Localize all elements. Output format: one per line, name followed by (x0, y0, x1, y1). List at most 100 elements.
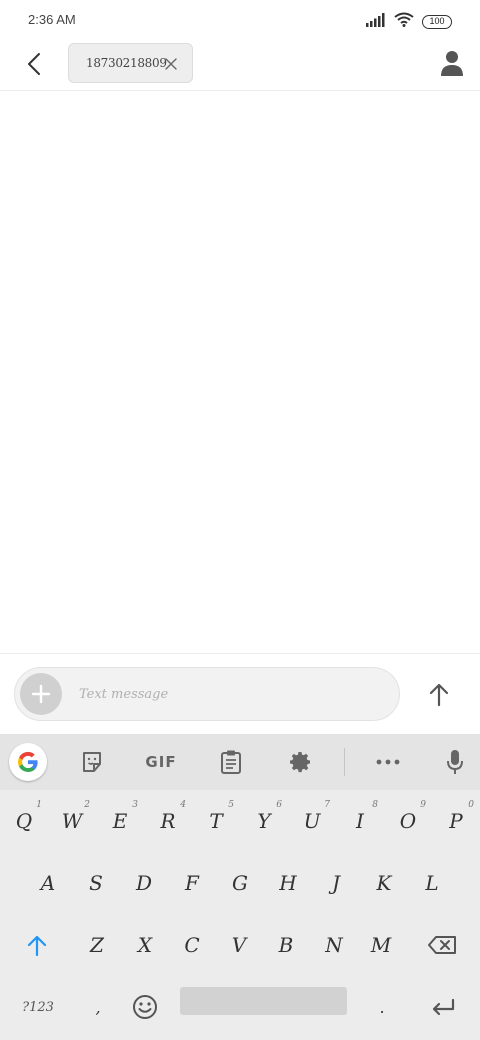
key-n[interactable]: N (310, 914, 358, 976)
key-i[interactable]: I8 (336, 790, 384, 852)
key-row-4: ?123 , . (0, 976, 480, 1038)
wifi-icon (394, 12, 414, 31)
attach-button[interactable] (20, 673, 62, 715)
key-q[interactable]: Q1 (0, 790, 48, 852)
status-bar: 2:36 AM 100 (0, 0, 480, 42)
google-icon (17, 751, 38, 772)
key-r[interactable]: R4 (144, 790, 192, 852)
sticker-button[interactable] (76, 744, 108, 780)
chevron-left-icon (28, 53, 40, 75)
key-j[interactable]: J (312, 852, 360, 914)
status-time: 2:36 AM (28, 12, 76, 27)
key-label: V (231, 933, 247, 957)
emoji-key[interactable] (122, 976, 168, 1038)
voice-input-button[interactable] (440, 744, 470, 780)
key-label: Y (257, 809, 271, 833)
key-p[interactable]: P0 (432, 790, 480, 852)
key-label: A (40, 871, 56, 895)
google-button[interactable] (9, 743, 47, 781)
comma-label: , (95, 997, 101, 1017)
message-input[interactable] (79, 682, 379, 706)
key-label: B (278, 933, 294, 957)
key-g[interactable]: G (216, 852, 264, 914)
send-button[interactable] (420, 676, 458, 714)
key-label: S (89, 871, 103, 895)
conversation-header: 18730218809 (0, 42, 480, 90)
key-d[interactable]: D (120, 852, 168, 914)
space-key[interactable] (180, 987, 347, 1015)
key-t[interactable]: T5 (192, 790, 240, 852)
key-label: I (356, 809, 364, 833)
key-hint: 6 (276, 800, 282, 810)
key-row-3: Z X C V B N M (0, 914, 480, 976)
key-a[interactable]: A (24, 852, 72, 914)
back-button[interactable] (18, 48, 50, 80)
key-l[interactable]: L (408, 852, 456, 914)
key-label: J (331, 871, 341, 895)
key-label: K (376, 871, 392, 895)
settings-button[interactable] (286, 744, 316, 780)
key-label: X (137, 933, 153, 957)
key-hint: 3 (132, 800, 138, 810)
gif-button[interactable]: GIF (140, 744, 182, 780)
shift-key[interactable] (0, 914, 74, 976)
key-row-2: A S D F G H J K L (0, 852, 480, 914)
clipboard-button[interactable] (216, 744, 246, 780)
recipient-chip[interactable]: 18730218809 (68, 43, 193, 83)
key-f[interactable]: F (168, 852, 216, 914)
enter-key[interactable] (416, 976, 470, 1038)
key-s[interactable]: S (72, 852, 120, 914)
key-label: O (399, 809, 417, 833)
key-label: Z (90, 933, 104, 957)
key-hint: 7 (324, 800, 330, 810)
key-y[interactable]: Y6 (240, 790, 288, 852)
key-h[interactable]: H (264, 852, 312, 914)
key-hint: 4 (180, 800, 186, 810)
key-label: R (160, 809, 176, 833)
key-w[interactable]: W2 (48, 790, 96, 852)
recipient-number: 18730218809 (86, 56, 167, 70)
key-hint: 9 (420, 800, 426, 810)
key-m[interactable]: M (357, 914, 405, 976)
key-label: U (303, 809, 321, 833)
period-key[interactable]: . (358, 976, 406, 1038)
key-hint: 5 (228, 800, 234, 810)
key-label: L (425, 871, 439, 895)
key-x[interactable]: X (121, 914, 169, 976)
remove-recipient-button[interactable] (164, 56, 178, 70)
symbols-key[interactable]: ?123 (10, 976, 66, 1038)
key-label: D (135, 871, 153, 895)
battery-indicator: 100 (422, 14, 452, 29)
key-label: H (279, 871, 297, 895)
backspace-key[interactable] (410, 914, 474, 976)
comma-key[interactable]: , (74, 976, 122, 1038)
keyboard-toolbar: GIF (0, 734, 480, 790)
key-k[interactable]: K (360, 852, 408, 914)
key-o[interactable]: O9 (384, 790, 432, 852)
key-label: Q (15, 809, 33, 833)
key-c[interactable]: C (168, 914, 216, 976)
enter-arrow-icon (432, 998, 455, 1016)
key-label: P (449, 809, 463, 833)
compose-field (14, 667, 400, 721)
gif-label: GIF (145, 753, 177, 771)
key-row-1: Q1 W2 E3 R4 T5 Y6 U7 I8 O9 P0 (0, 790, 480, 852)
key-b[interactable]: B (262, 914, 310, 976)
plus-icon (31, 684, 51, 704)
gear-icon (290, 752, 310, 773)
key-e[interactable]: E3 (96, 790, 144, 852)
keyboard: G I F Q 1 W 2 E 3 R 4 T 5 Y 6 U 7 I 8 O 9 … (0, 734, 480, 1040)
signal-icon (366, 12, 386, 31)
key-label: N (325, 933, 343, 957)
more-button[interactable] (372, 744, 404, 780)
key-u[interactable]: U7 (288, 790, 336, 852)
key-v[interactable]: V (215, 914, 263, 976)
backspace-icon (428, 936, 456, 954)
shift-arrow-icon (27, 935, 47, 956)
key-label: W (61, 809, 83, 833)
key-label: F (185, 871, 199, 895)
compose-bar (0, 654, 480, 734)
contact-button[interactable] (438, 48, 466, 78)
key-z[interactable]: Z (73, 914, 121, 976)
close-icon (165, 58, 177, 70)
